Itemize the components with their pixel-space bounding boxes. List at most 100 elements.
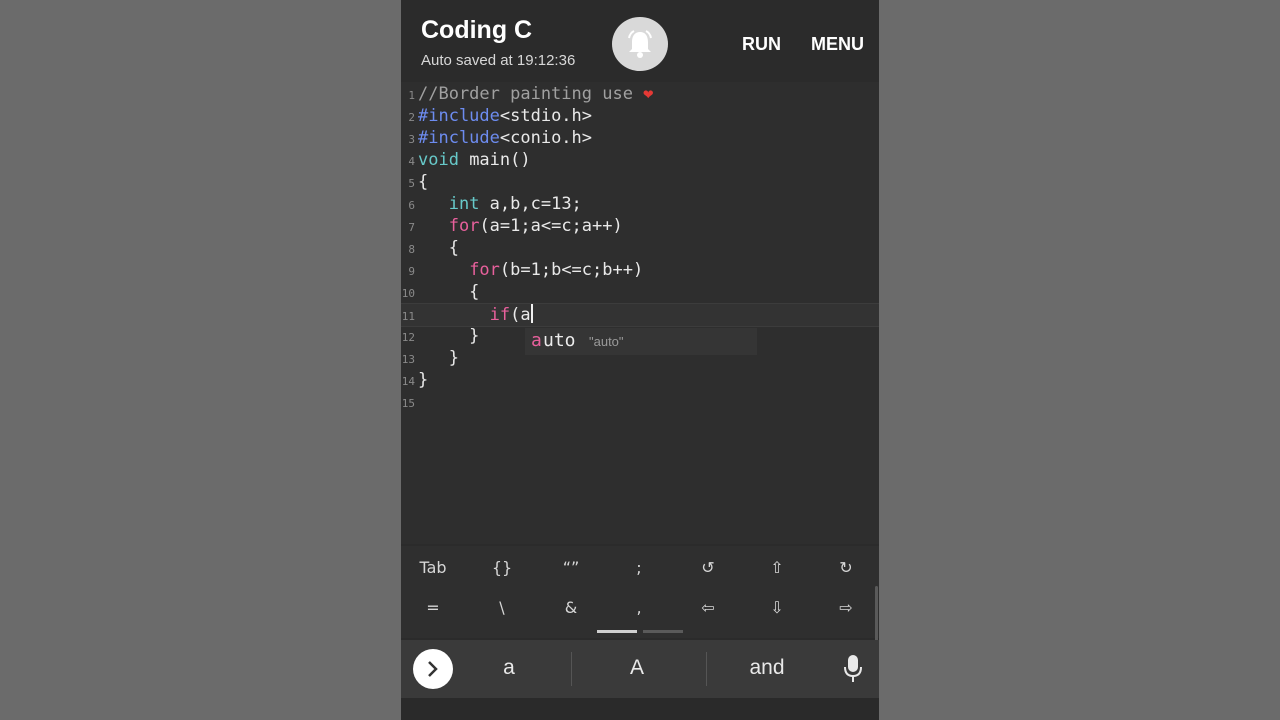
code-token: a,b,c=13; [479,194,582,214]
code-text: #include<stdio.h> [418,105,592,127]
app-title: Coding C [421,16,533,44]
line-number: 6 [408,199,415,212]
code-text: } [418,369,428,391]
code-token: { [418,172,429,192]
code-editor[interactable]: 15 14} 13 } 12 } 11 if(a 10 {9 for(b=1;b<=c;b… [401,82,879,544]
code-line[interactable]: 2 #include<stdio.h> [401,105,879,127]
autocomplete-hint: "auto" [589,334,624,349]
code-token: } [418,326,480,346]
code-line[interactable]: 9 for(b=1;b<=c;b++) [401,259,879,281]
app-bar: Coding C Auto saved at 19:12:36 RUN MENU [401,0,879,80]
page-indicator-active [597,630,637,633]
code-text: { [418,171,428,193]
code-line[interactable]: 10 { [401,281,879,303]
code-token: { [418,238,459,258]
menu-button[interactable]: MENU [811,34,864,55]
background-right [879,0,1280,720]
code-token: (a=1;a<=c;a++) [479,216,623,236]
code-token: (a [510,305,531,325]
suggestion-divider [571,652,572,686]
code-token: <conio.h> [499,128,593,148]
symbol-bar: Tab {} “”; ↺ ⇧ ↻ = \ &, ⇦ ⇩ ⇨ [401,546,879,638]
text-cursor [530,304,533,323]
suggestion-3[interactable]: and [727,656,807,680]
code-line[interactable]: 8 { [401,237,879,259]
code-token: if [489,305,511,325]
symbol-key[interactable]: ⇨ [816,598,876,617]
run-button[interactable]: RUN [742,34,781,55]
code-line[interactable]: 6 int a,b,c=13; [401,193,879,215]
symbol-key[interactable]: ↺ [678,558,738,577]
expand-toolbar-button[interactable] [413,649,453,689]
bell-icon [628,30,652,58]
symbol-key[interactable]: ⇦ [678,598,738,617]
chevron-right-icon [428,661,438,677]
line-number: 12 [401,331,415,344]
symbol-key[interactable]: ↻ [816,558,876,577]
autosave-status: Auto saved at 19:12:36 [421,52,576,69]
code-token: #include [418,106,500,126]
autocomplete-suggestion[interactable]: uto [543,330,576,351]
code-text: //Border painting use ❤ [418,83,653,105]
code-text: for(b=1;b<=c;b++) [418,259,643,281]
code-text: } [418,325,479,347]
symbol-key[interactable]: = [403,598,463,617]
line-number: 13 [401,353,415,366]
suggestion-2[interactable]: A [607,656,667,680]
code-token: for [448,216,480,236]
code-line[interactable]: 14} [401,369,879,391]
symbol-key[interactable]: ⇩ [747,598,807,617]
code-line[interactable]: 11 if(a [401,303,879,327]
code-line[interactable]: 5{ [401,171,879,193]
code-line[interactable]: 7 for(a=1;a<=c;a++) [401,215,879,237]
line-number: 4 [408,155,415,168]
microphone-icon[interactable] [843,654,863,684]
code-token: //Border painting use [418,84,644,104]
symbol-key[interactable]: \ [472,598,532,617]
code-token: main() [458,150,531,170]
code-token: #include [418,128,500,148]
background-left [0,0,401,720]
code-text: int a,b,c=13; [418,193,582,215]
page-indicator [643,630,683,633]
code-text: } [418,347,459,369]
code-token: } [418,370,429,390]
symbol-key[interactable]: “” [541,558,601,577]
autocomplete-popup[interactable]: a uto "auto" [525,328,757,355]
code-token: <stdio.h> [499,106,593,126]
code-text: for(a=1;a<=c;a++) [418,215,623,237]
line-number: 1 [408,89,415,102]
line-number: 3 [408,133,415,146]
symbol-key[interactable]: , [609,598,669,617]
keyboard-suggestion-bar: a A and [401,640,879,698]
notification-button[interactable] [612,17,668,71]
symbol-key[interactable]: ; [609,558,669,577]
symbol-key[interactable]: Tab [403,558,463,577]
code-token: for [469,260,500,280]
heart-emoji: ❤ [643,84,654,104]
code-token: { [418,282,480,302]
code-text: { [418,237,459,259]
code-line[interactable]: 1//Border painting use ❤ [401,83,879,105]
line-number: 10 [401,287,415,300]
code-token: (b=1;b<=c;b++) [499,260,644,280]
code-text: if(a [418,304,533,326]
line-number: 9 [408,265,415,278]
suggestion-divider [706,652,707,686]
code-line[interactable]: 15 [401,391,879,413]
symbol-key[interactable]: & [541,598,601,617]
symbol-key[interactable]: ⇧ [747,558,807,577]
autocomplete-typed: a [531,330,542,351]
suggestion-1[interactable]: a [479,656,539,680]
code-line[interactable]: 3 #include<conio.h> [401,127,879,149]
symbol-key[interactable]: {} [472,558,532,577]
code-line[interactable]: 4 void main() [401,149,879,171]
line-number: 7 [408,221,415,234]
code-token: } [418,348,459,368]
line-number: 11 [401,310,415,323]
phone-screen: Coding C Auto saved at 19:12:36 RUN MENU… [401,0,879,720]
line-number: 8 [408,243,415,256]
